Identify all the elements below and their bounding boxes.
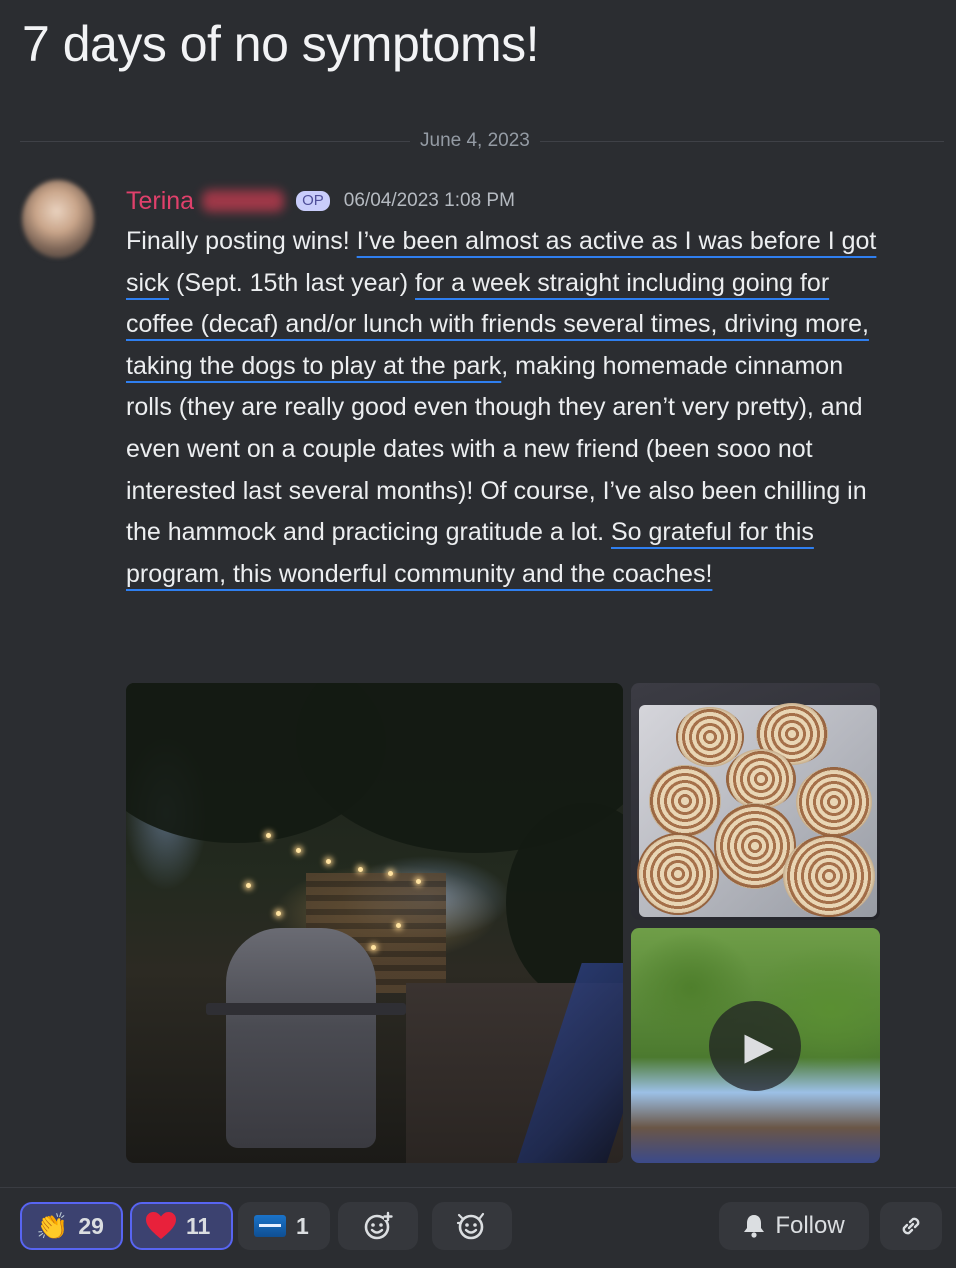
message-header: Terina OP 06/04/2023 1:08 PM <box>126 186 515 216</box>
message-body: Finally posting wins! I’ve been almost a… <box>126 221 886 595</box>
message-timestamp: 06/04/2023 1:08 PM <box>343 190 515 211</box>
footer-divider <box>0 1187 956 1188</box>
avatar[interactable] <box>22 180 94 258</box>
date-divider-label: June 4, 2023 <box>410 130 540 152</box>
add-super-reaction-button[interactable] <box>432 1202 512 1250</box>
message-segment: Finally posting wins! <box>126 227 357 255</box>
follow-button[interactable]: Follow <box>719 1202 869 1250</box>
cinnamon-roll <box>649 765 721 837</box>
message-segment: , making homemade cinnamon rolls (they a… <box>126 351 867 547</box>
reaction-count: 11 <box>186 1212 211 1239</box>
link-icon <box>902 1217 920 1235</box>
cinnamon-roll <box>637 833 719 915</box>
cinnamon-rolls-photo[interactable] <box>631 683 880 920</box>
card-icon <box>254 1215 286 1237</box>
reaction-card[interactable]: 1 <box>238 1202 330 1250</box>
reaction-heart[interactable]: 11 <box>130 1202 233 1250</box>
backyard-photo[interactable] <box>126 683 623 1163</box>
post-title: 7 days of no symptoms! <box>22 16 540 72</box>
cinnamon-roll <box>783 835 875 917</box>
grill-shelf <box>206 1003 406 1015</box>
tree-video[interactable]: ▶ <box>631 928 880 1163</box>
red-heart-icon <box>146 1212 176 1240</box>
grill <box>226 928 376 1148</box>
super-reaction-icon <box>456 1212 485 1240</box>
message-segment: (Sept. 15th last year) <box>169 268 416 297</box>
cinnamon-roll <box>726 749 796 809</box>
bell-icon <box>744 1215 765 1238</box>
cinnamon-roll <box>796 767 872 837</box>
reaction-count: 1 <box>296 1212 309 1239</box>
add-reaction-icon <box>364 1211 393 1240</box>
follow-label: Follow <box>775 1212 845 1239</box>
reaction-count: 29 <box>78 1212 104 1239</box>
reaction-clap[interactable]: 👏 29 <box>20 1202 123 1250</box>
redacted-surname <box>202 190 285 212</box>
clapping-hands-icon: 👏 <box>36 1211 69 1241</box>
add-reaction-button[interactable] <box>338 1202 418 1250</box>
author-name[interactable]: Terina <box>126 186 194 216</box>
copy-link-button[interactable] <box>880 1202 942 1250</box>
play-icon: ▶ <box>744 1025 774 1068</box>
op-badge: OP <box>296 191 330 211</box>
cinnamon-roll <box>676 707 744 767</box>
play-button[interactable]: ▶ <box>709 1001 801 1091</box>
